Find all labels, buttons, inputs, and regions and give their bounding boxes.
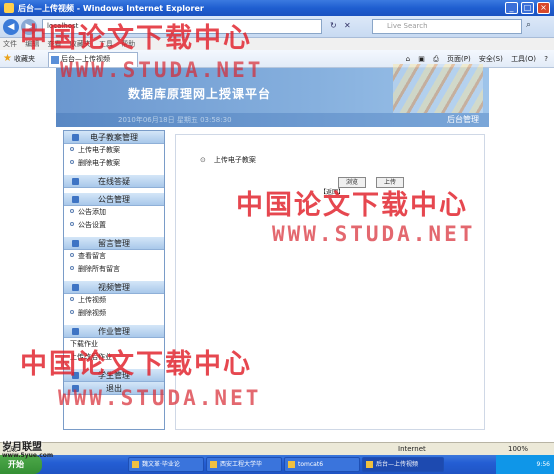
category-icon xyxy=(72,196,79,203)
bullet-icon xyxy=(70,147,74,151)
sidebar-item-delete-video[interactable]: 删除视频 xyxy=(64,307,164,320)
zone-label: Internet xyxy=(398,445,426,453)
tab-current[interactable]: 后台—上传视频 xyxy=(48,52,138,67)
print-icon[interactable]: ⎙ xyxy=(433,55,439,63)
category-icon xyxy=(72,385,79,392)
home-icon[interactable]: ⌂ xyxy=(406,55,410,63)
category-icon xyxy=(72,284,79,291)
sidebar-item-upload-lecture[interactable]: 上传电子教案 xyxy=(64,144,164,157)
refresh-icon[interactable]: ↻ xyxy=(330,21,337,30)
clock: 9:56 xyxy=(536,461,550,468)
star-icon[interactable]: ★ xyxy=(3,53,12,64)
favorites-button[interactable]: 收藏夹 xyxy=(14,54,35,64)
window-title: 后台—上传视频 - Windows Internet Explorer xyxy=(18,4,204,13)
system-tray: 9:56 xyxy=(496,455,554,474)
close-button[interactable]: × xyxy=(537,2,550,14)
help-icon[interactable]: ? xyxy=(544,55,548,63)
back-arrow-icon[interactable]: ◀ xyxy=(3,19,19,35)
minimize-button[interactable]: _ xyxy=(505,2,518,14)
content-panel: ⊙ 上传电子教案 浏览 上传 【返回】 xyxy=(175,134,485,430)
watermark-yue-url: www.5yue.com xyxy=(2,452,54,459)
menu-edit[interactable]: 编辑 xyxy=(22,40,42,48)
sidebar-logout[interactable]: 退出 xyxy=(64,382,164,395)
bullet-icon xyxy=(70,310,74,314)
address-bar: ◀ ▶ localhost ↻ ✕ Live Search ⌕ xyxy=(0,16,554,38)
search-icon[interactable]: ⌕ xyxy=(526,20,531,30)
menu-help[interactable]: 帮助 xyxy=(118,40,138,48)
target-icon: ⊙ xyxy=(200,156,206,164)
sidebar-category[interactable]: 留言管理 xyxy=(64,237,164,250)
ie-icon xyxy=(366,461,373,468)
sidebar-item-download-homework[interactable]: 下载作业 xyxy=(64,338,164,351)
upload-button[interactable]: 上传 xyxy=(376,177,404,188)
sidebar-category[interactable]: 电子教案管理 xyxy=(64,131,164,144)
sidebar-category[interactable]: 学生管理 xyxy=(64,369,164,382)
taskbar-item[interactable]: 西安工程大学毕 xyxy=(206,457,282,472)
admin-label: 后台管理 xyxy=(447,115,479,124)
sidebar-category[interactable]: 在线答疑 xyxy=(64,175,164,188)
content-heading: ⊙ 上传电子教案 xyxy=(200,156,256,164)
menu-tools[interactable]: 工具 xyxy=(96,40,116,48)
page-menu[interactable]: 页面(P) xyxy=(447,55,471,63)
sidebar: 电子教案管理 上传电子教案 删除电子教案 在线答疑 公告管理 公告添加 公告设置… xyxy=(63,130,165,430)
category-icon xyxy=(72,240,79,247)
tab-label: 后台—上传视频 xyxy=(61,55,110,63)
category-icon xyxy=(72,328,79,335)
bullet-icon xyxy=(70,297,74,301)
taskbar-item[interactable]: tomcat6 xyxy=(284,457,360,472)
bullet-icon xyxy=(70,222,74,226)
sidebar-item-delete-lecture[interactable]: 删除电子教案 xyxy=(64,157,164,170)
date-text: 2010年06月18日 星期五 03:58:30 xyxy=(118,116,232,124)
console-icon xyxy=(288,461,295,468)
zoom-level[interactable]: 100% xyxy=(508,443,528,455)
sidebar-category[interactable]: 作业管理 xyxy=(64,325,164,338)
safety-menu[interactable]: 安全(S) xyxy=(479,55,503,63)
bullet-icon xyxy=(70,160,74,164)
bullet-icon xyxy=(70,253,74,257)
ie-icon xyxy=(4,3,14,13)
sidebar-item-upload-graded[interactable]: 上传改后作业 xyxy=(64,351,164,364)
menu-bar: 文件 编辑 查看 收藏夹 工具 帮助 xyxy=(0,38,554,50)
menu-file[interactable]: 文件 xyxy=(0,40,20,48)
page-viewport: 数据库原理网上授课平台 2010年06月18日 星期五 03:58:30 后台管… xyxy=(0,64,554,442)
bullet-icon xyxy=(70,266,74,270)
sidebar-item-view-messages[interactable]: 查看留言 xyxy=(64,250,164,263)
category-icon xyxy=(72,178,79,185)
feeds-icon[interactable]: ▣ xyxy=(418,55,425,63)
command-bar: ⌂ ▣ ⎙ 页面(P) 安全(S) 工具(O) ? xyxy=(400,54,548,64)
sidebar-category[interactable]: 公告管理 xyxy=(64,193,164,206)
word-icon xyxy=(210,461,217,468)
taskbar-item[interactable]: 魏文革·毕业论 xyxy=(128,457,204,472)
search-input[interactable]: Live Search xyxy=(372,19,522,34)
sidebar-item-delete-messages[interactable]: 删除所有留言 xyxy=(64,263,164,276)
menu-view[interactable]: 查看 xyxy=(44,40,64,48)
status-bar: 完成 Internet 100% xyxy=(0,442,554,455)
category-icon xyxy=(72,372,79,379)
sidebar-item-upload-video[interactable]: 上传视频 xyxy=(64,294,164,307)
window-titlebar: 后台—上传视频 - Windows Internet Explorer _ □ … xyxy=(0,0,554,16)
category-icon xyxy=(72,134,79,141)
date-bar: 2010年06月18日 星期五 03:58:30 后台管理 xyxy=(56,113,489,127)
back-link[interactable]: 【返回】 xyxy=(320,187,344,196)
taskbar-item-active[interactable]: 后台—上传视频 xyxy=(362,457,444,472)
maximize-button[interactable]: □ xyxy=(521,2,534,14)
stop-icon[interactable]: ✕ xyxy=(344,21,351,30)
word-icon xyxy=(132,461,139,468)
sidebar-item-notice-settings[interactable]: 公告设置 xyxy=(64,219,164,232)
forward-arrow-icon[interactable]: ▶ xyxy=(21,19,37,35)
menu-favorites[interactable]: 收藏夹 xyxy=(67,40,94,48)
site-title: 数据库原理网上授课平台 xyxy=(128,87,272,101)
tools-menu[interactable]: 工具(O) xyxy=(511,55,536,63)
sidebar-item-add-notice[interactable]: 公告添加 xyxy=(64,206,164,219)
address-input[interactable]: localhost xyxy=(42,19,322,34)
watermark-yue: 岁月联盟 xyxy=(2,442,42,453)
bullet-icon xyxy=(70,209,74,213)
taskbar: 开始 魏文革·毕业论 西安工程大学毕 tomcat6 后台—上传视频 9:56 xyxy=(0,455,554,474)
sidebar-category[interactable]: 视频管理 xyxy=(64,281,164,294)
page-icon xyxy=(51,56,59,64)
